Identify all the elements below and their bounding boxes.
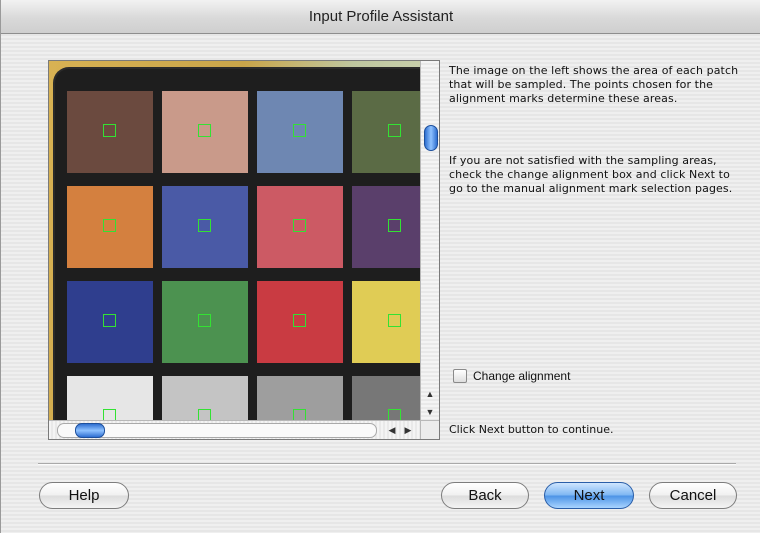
image-viewer: ▲ ▼ ◀ ▶ — [48, 60, 440, 440]
color-patch — [352, 186, 421, 268]
horizontal-scroll-thumb[interactable] — [75, 423, 105, 438]
sample-area-marker — [103, 219, 116, 232]
color-patch — [67, 186, 153, 268]
assistant-window: Input Profile Assistant ▲ ▼ ◀ ▶ The image… — [0, 0, 760, 533]
cancel-button[interactable]: Cancel — [649, 482, 737, 509]
vertical-scroll-thumb[interactable] — [424, 125, 438, 151]
color-patch — [352, 376, 421, 421]
horizontal-scrollbar[interactable]: ◀ ▶ — [49, 420, 421, 439]
change-alignment-row[interactable]: Change alignment — [453, 369, 570, 383]
color-patch — [257, 186, 343, 268]
sample-area-marker — [293, 314, 306, 327]
sample-area-marker — [388, 219, 401, 232]
color-patch — [67, 91, 153, 173]
sample-area-marker — [388, 314, 401, 327]
horizontal-scroll-arrows: ◀ ▶ — [381, 421, 419, 439]
instruction-paragraph-2: If you are not satisfied with the sampli… — [449, 154, 733, 195]
color-patch — [352, 281, 421, 363]
color-patch — [257, 281, 343, 363]
vertical-scroll-arrows: ▲ ▼ — [421, 385, 439, 421]
sample-area-marker — [103, 314, 116, 327]
scrollbar-corner — [420, 420, 439, 439]
color-patch — [162, 281, 248, 363]
color-patch — [162, 186, 248, 268]
sample-area-marker — [198, 314, 211, 327]
continue-note: Click Next button to continue. — [449, 423, 614, 436]
color-chart-image — [49, 61, 421, 421]
sample-area-marker — [388, 124, 401, 137]
sample-area-marker — [198, 219, 211, 232]
color-patch — [162, 91, 248, 173]
sample-area-marker — [198, 124, 211, 137]
color-patch — [67, 376, 153, 421]
sample-area-marker — [293, 219, 306, 232]
change-alignment-label[interactable]: Change alignment — [473, 369, 570, 383]
color-patch — [352, 91, 421, 173]
scroll-down-arrow-icon[interactable]: ▼ — [421, 403, 439, 421]
help-button[interactable]: Help — [39, 482, 129, 509]
sample-area-marker — [293, 124, 306, 137]
sample-area-marker — [103, 124, 116, 137]
change-alignment-checkbox[interactable] — [453, 369, 467, 383]
color-patch — [257, 91, 343, 173]
color-patch — [162, 376, 248, 421]
color-checker-chart — [55, 69, 421, 421]
instruction-paragraph-1: The image on the left shows the area of … — [449, 64, 739, 105]
next-button[interactable]: Next — [544, 482, 634, 509]
horizontal-scroll-track[interactable] — [57, 423, 377, 438]
vertical-scrollbar[interactable]: ▲ ▼ — [420, 61, 439, 421]
scroll-right-arrow-icon[interactable]: ▶ — [400, 421, 416, 439]
color-patch — [257, 376, 343, 421]
window-title: Input Profile Assistant — [1, 0, 760, 34]
scroll-up-arrow-icon[interactable]: ▲ — [421, 385, 439, 403]
back-button[interactable]: Back — [441, 482, 529, 509]
footer-separator — [38, 463, 736, 465]
color-patch — [67, 281, 153, 363]
scroll-left-arrow-icon[interactable]: ◀ — [384, 421, 400, 439]
